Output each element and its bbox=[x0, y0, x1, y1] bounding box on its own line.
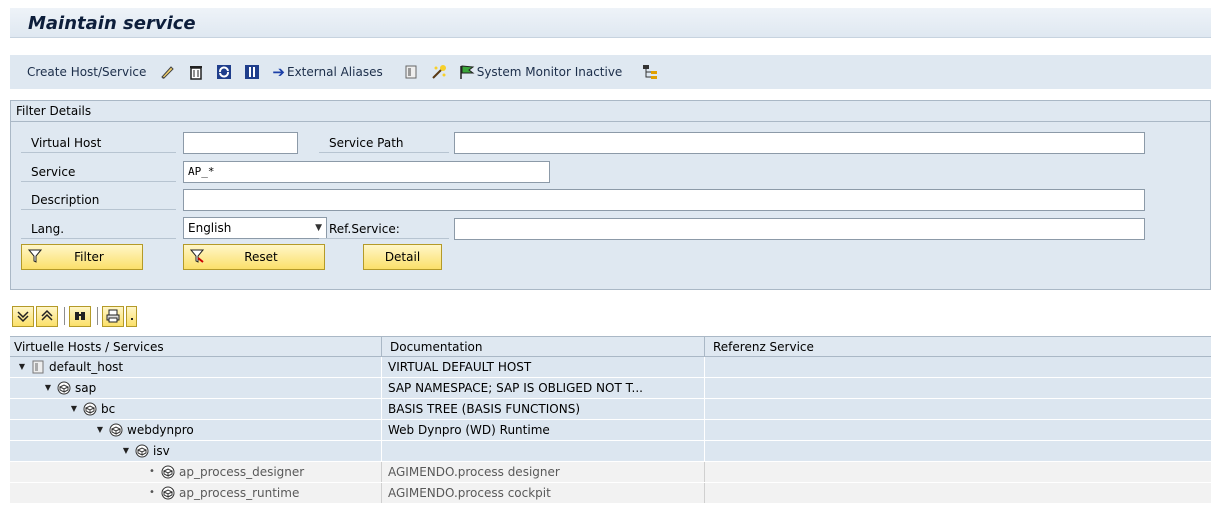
expand-toggle-icon[interactable]: ▼ bbox=[42, 378, 54, 398]
reset-button[interactable]: Reset bbox=[183, 244, 325, 270]
filter-details-header: Filter Details bbox=[11, 101, 1210, 122]
ref-service-cell bbox=[705, 441, 1211, 461]
reset-filter-icon bbox=[189, 249, 205, 263]
leaf-bullet-icon: • bbox=[149, 487, 155, 498]
service-node-icon bbox=[135, 444, 149, 458]
virtual-host-input[interactable] bbox=[183, 132, 298, 154]
system-monitor-label: System Monitor Inactive bbox=[476, 65, 623, 79]
documentation-cell: BASIS TREE (BASIS FUNCTIONS) bbox=[382, 399, 705, 419]
filter-button-label: Filter bbox=[74, 250, 104, 264]
toolbar-separator bbox=[97, 307, 98, 325]
table-row[interactable]: • ap_process_designer AGIMENDO.process d… bbox=[10, 462, 1211, 483]
table-row[interactable]: ▼ webdynpro Web Dynpro (WD) Runtime bbox=[10, 420, 1211, 441]
system-monitor-button[interactable]: System Monitor Inactive bbox=[459, 64, 623, 80]
leaf-bullet-icon: • bbox=[149, 466, 155, 477]
create-host-service-button[interactable]: Create Host/Service bbox=[27, 65, 146, 79]
application-toolbar: Create Host/Service ➔ External Aliases S… bbox=[10, 55, 1211, 89]
flag-icon bbox=[459, 64, 475, 80]
ref-service-cell bbox=[705, 378, 1211, 398]
external-aliases-button[interactable]: ➔ External Aliases bbox=[272, 63, 382, 81]
edit-icon[interactable] bbox=[160, 64, 176, 80]
service-node-icon bbox=[161, 486, 175, 500]
filter-icon bbox=[27, 249, 43, 263]
service-path-input[interactable] bbox=[454, 132, 1145, 154]
ref-service-cell bbox=[705, 399, 1211, 419]
tree-node-label: isv bbox=[153, 444, 170, 458]
print-menu-icon[interactable] bbox=[126, 305, 137, 327]
reset-button-label: Reset bbox=[244, 250, 278, 264]
wizard-icon[interactable] bbox=[431, 64, 447, 80]
expand-toggle-icon[interactable]: ▼ bbox=[120, 441, 132, 461]
toolbar-separator bbox=[64, 307, 65, 325]
column-header-hosts[interactable]: Virtuelle Hosts / Services bbox=[10, 337, 382, 357]
service-node-icon bbox=[109, 423, 123, 437]
documentation-cell bbox=[382, 441, 705, 461]
documentation-cell: Web Dynpro (WD) Runtime bbox=[382, 420, 705, 440]
page-title: Maintain service bbox=[28, 13, 196, 34]
description-label: Description bbox=[21, 190, 176, 210]
expand-all-icon[interactable] bbox=[12, 305, 34, 327]
language-select[interactable]: English ▼ bbox=[183, 217, 327, 239]
find-icon[interactable] bbox=[69, 305, 91, 327]
host-icon bbox=[31, 360, 45, 374]
service-input[interactable]: AP_* bbox=[183, 161, 550, 183]
help-icon[interactable] bbox=[244, 64, 260, 80]
ref-service-input[interactable] bbox=[454, 218, 1145, 240]
column-header-documentation[interactable]: Documentation bbox=[382, 337, 705, 357]
filter-button[interactable]: Filter bbox=[21, 244, 143, 270]
documentation-cell: AGIMENDO.process cockpit bbox=[382, 483, 705, 503]
external-aliases-label: External Aliases bbox=[286, 65, 383, 79]
expand-toggle-icon[interactable]: ▼ bbox=[94, 420, 106, 440]
virtual-host-label: Virtual Host bbox=[21, 133, 176, 153]
delete-icon[interactable] bbox=[188, 64, 204, 80]
table-row[interactable]: • ap_process_runtime AGIMENDO.process co… bbox=[10, 483, 1211, 504]
language-label: Lang. bbox=[21, 219, 176, 239]
document-icon[interactable] bbox=[403, 64, 419, 80]
service-node-icon bbox=[57, 381, 71, 395]
documentation-cell: VIRTUAL DEFAULT HOST bbox=[382, 357, 705, 377]
ref-service-cell bbox=[705, 357, 1211, 377]
table-row[interactable]: ▼ isv bbox=[10, 441, 1211, 462]
tree-node-label: default_host bbox=[49, 360, 124, 374]
collapse-all-icon[interactable] bbox=[36, 305, 58, 327]
tree-node-label: ap_process_runtime bbox=[179, 486, 300, 500]
ref-service-label: Ref.Service: bbox=[319, 219, 449, 239]
filter-details-panel: Filter Details Virtual Host Service Path… bbox=[10, 100, 1211, 290]
arrow-right-icon: ➔ bbox=[272, 63, 285, 81]
service-node-icon bbox=[161, 465, 175, 479]
ref-service-cell bbox=[705, 420, 1211, 440]
table-row[interactable]: ▼ default_host VIRTUAL DEFAULT HOST bbox=[10, 357, 1211, 378]
service-label: Service bbox=[21, 162, 176, 182]
documentation-cell: SAP NAMESPACE; SAP IS OBLIGED NOT T... bbox=[382, 378, 705, 398]
refresh-icon[interactable] bbox=[216, 64, 232, 80]
expand-toggle-icon[interactable]: ▼ bbox=[16, 357, 28, 377]
language-value: English bbox=[188, 221, 232, 235]
hierarchy-icon[interactable] bbox=[642, 64, 658, 80]
print-icon[interactable] bbox=[102, 305, 124, 327]
service-node-icon bbox=[83, 402, 97, 416]
expand-toggle-icon[interactable]: ▼ bbox=[68, 399, 80, 419]
tree-node-label: sap bbox=[75, 381, 97, 395]
tree-node-label: webdynpro bbox=[127, 423, 194, 437]
ref-service-cell bbox=[705, 462, 1211, 482]
description-input[interactable] bbox=[183, 189, 1145, 211]
tree-node-label: bc bbox=[101, 402, 116, 416]
table-row[interactable]: ▼ sap SAP NAMESPACE; SAP IS OBLIGED NOT … bbox=[10, 378, 1211, 399]
documentation-cell: AGIMENDO.process designer bbox=[382, 462, 705, 482]
service-path-label: Service Path bbox=[319, 133, 449, 153]
table-header: Virtuelle Hosts / Services Documentation… bbox=[10, 336, 1211, 357]
detail-button[interactable]: Detail bbox=[363, 244, 442, 270]
services-tree-table: Virtuelle Hosts / Services Documentation… bbox=[10, 336, 1211, 504]
ref-service-cell bbox=[705, 483, 1211, 503]
title-bar: Maintain service bbox=[10, 8, 1211, 38]
table-row[interactable]: ▼ bc BASIS TREE (BASIS FUNCTIONS) bbox=[10, 399, 1211, 420]
tree-toolbar bbox=[12, 305, 139, 327]
tree-node-label: ap_process_designer bbox=[179, 465, 305, 479]
column-header-referenz-service[interactable]: Referenz Service bbox=[705, 337, 1211, 357]
